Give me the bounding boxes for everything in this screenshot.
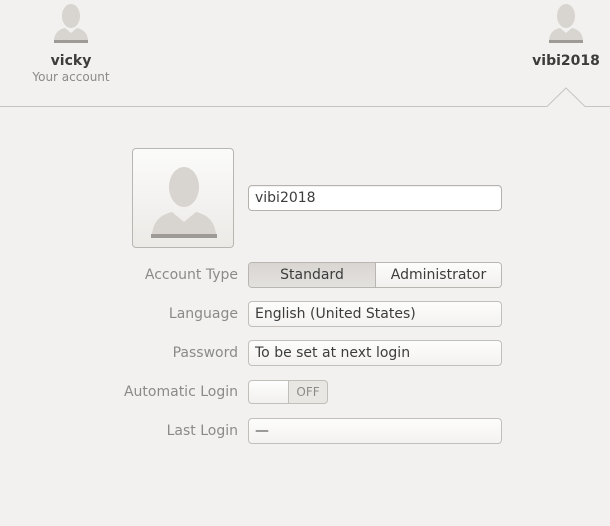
switch-state-text: OFF: [296, 385, 320, 399]
last-login-label: Last Login: [166, 423, 238, 439]
username-field[interactable]: vibi2018: [248, 185, 502, 211]
avatar-button[interactable]: [132, 148, 234, 248]
account-type-selector: Standard Administrator: [248, 262, 502, 288]
last-login-button[interactable]: —: [248, 418, 502, 444]
language-label: Language: [168, 306, 238, 322]
user-avatar-icon: [151, 167, 217, 238]
user-list: vicky Your account vibi2018: [0, 0, 610, 107]
password-button[interactable]: To be set at next login: [248, 340, 502, 366]
switch-knob[interactable]: [249, 381, 289, 403]
language-button[interactable]: English (United States): [248, 301, 502, 327]
automatic-login-switch[interactable]: OFF: [248, 380, 328, 404]
account-type-label: Account Type: [144, 267, 238, 283]
selection-divider: [0, 87, 610, 107]
account-type-administrator-button[interactable]: Administrator: [376, 263, 501, 287]
automatic-login-label: Automatic Login: [123, 384, 238, 400]
account-type-standard-button[interactable]: Standard: [249, 263, 376, 287]
password-label: Password: [172, 345, 238, 361]
